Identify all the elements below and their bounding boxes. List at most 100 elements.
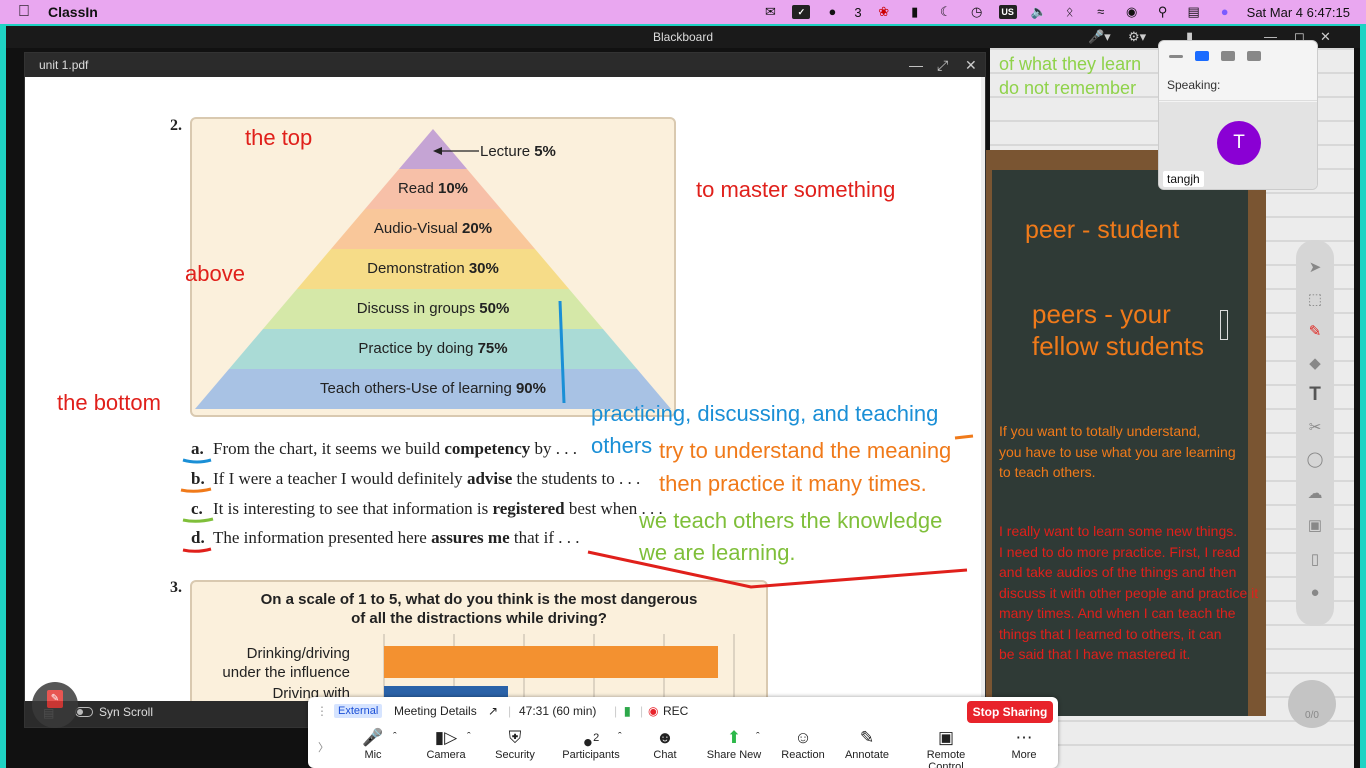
stop-sharing-button[interactable]: Stop Sharing	[967, 701, 1053, 723]
apple-icon[interactable]: 	[18, 3, 30, 21]
clock-icon[interactable]: ◷	[968, 5, 986, 19]
scissors-icon[interactable]: ✂	[1296, 418, 1334, 436]
mic-button[interactable]: 🎤 Mic	[358, 727, 388, 761]
annotation-we-teach-line-2: we are learning.	[639, 540, 796, 565]
menubar-clock[interactable]: Sat Mar 4 6:47:15	[1247, 5, 1350, 20]
learning-pyramid-figure: Lecture 5% Read 10% Audio-Visual 20% Dem…	[190, 117, 676, 417]
layer-text: Teach others-Use of learning	[320, 380, 516, 397]
siri-icon[interactable]: ●	[1216, 5, 1234, 19]
participants-button[interactable]: ●2 Participants	[560, 727, 622, 761]
annotation-others: others	[591, 433, 653, 458]
menubar:  ClassIn ✉ ✓ ● 3 ❀ ▮ ☾ ◷ US 🔈 ᛟ ≈ ◉ ⚲ ▤…	[0, 0, 1366, 24]
security-button[interactable]: ⛨ Security	[492, 727, 538, 761]
chat-button[interactable]: ☻ Chat	[649, 727, 681, 761]
reaction-button[interactable]: ☺ Reaction	[780, 727, 826, 761]
pen-icon[interactable]: ✎	[1296, 322, 1334, 340]
student-seat-button[interactable]: 0/0	[1288, 680, 1336, 728]
underline-a	[182, 458, 212, 464]
area-select-icon[interactable]: ⬚	[1296, 290, 1334, 308]
pyramid-label-discuss: Discuss in groups 50%	[303, 300, 563, 317]
camera-button[interactable]: ▮▷ Camera	[424, 727, 468, 761]
annotate-button[interactable]: ✎ Annotate	[844, 727, 890, 761]
pdf-file-button[interactable]: ✎	[32, 682, 78, 728]
members-icon[interactable]: ●	[1296, 584, 1334, 601]
pdf-close-icon[interactable]: ✕	[965, 53, 977, 77]
remote-control-icon: ▣	[937, 728, 955, 747]
question-letter: b.	[191, 469, 205, 488]
timer-icon[interactable]: ◯	[1296, 450, 1334, 468]
cloud-icon[interactable]: ☁	[1296, 484, 1334, 502]
remote-control-button[interactable]: ▣ Remote Control	[908, 727, 984, 768]
search-icon[interactable]: ⚲	[1154, 5, 1172, 19]
mic-icon[interactable]: 🎤▾	[1088, 26, 1111, 48]
pyramid-label-audio-visual: Audio-Visual 20%	[333, 220, 533, 237]
app-name[interactable]: ClassIn	[48, 4, 98, 20]
pdf-expand-icon[interactable]: ⤢	[937, 53, 948, 77]
pdf-window: unit 1.pdf — ⤢ ✕ 2. Lecture 5% Read 10% …	[24, 52, 986, 728]
speaker-icon[interactable]: ⚙▾	[1128, 26, 1146, 48]
collapse-arrow-icon[interactable]: 〉	[318, 739, 329, 755]
syn-scroll-toggle[interactable]: Syn Scroll	[75, 705, 153, 719]
more-label: More	[1011, 749, 1037, 761]
bluetooth-icon[interactable]: ᛟ	[1061, 5, 1079, 19]
pdf-filename: unit 1.pdf	[39, 58, 89, 72]
text-tool-icon[interactable]: T	[1296, 384, 1334, 406]
camera-label: Camera	[426, 749, 466, 761]
battery-icon[interactable]: ▮	[906, 5, 924, 19]
pdf-page[interactable]: 2. Lecture 5% Read 10% Audio-Visual 20% …	[25, 77, 985, 703]
gallery-view-icon[interactable]	[1247, 51, 1261, 61]
chat-bubble-icon[interactable]: ▯	[1296, 550, 1334, 568]
participants-count: 2	[593, 732, 600, 744]
volume-icon[interactable]: 🔈	[1030, 5, 1048, 19]
underline-c	[182, 517, 214, 523]
wechat-count: 3	[854, 4, 862, 20]
list-view-icon[interactable]	[1221, 51, 1235, 61]
share-new-button[interactable]: ⬆ Share New	[706, 727, 762, 761]
layer-pct: 90%	[515, 380, 546, 397]
question-text: The information presented here	[213, 528, 432, 547]
chart-title-line-2: of all the distractions while driving?	[351, 610, 607, 627]
wifi-icon[interactable]: ≈	[1092, 5, 1110, 19]
question-keyword: advise	[466, 469, 513, 488]
participants-options-chevron-icon[interactable]: ˆ	[618, 731, 622, 743]
more-button[interactable]: ⋯ More	[1008, 727, 1040, 761]
question-letter: a.	[191, 439, 204, 458]
signal-icon[interactable]: ▮	[624, 704, 631, 718]
control-center-icon[interactable]: ▤	[1185, 5, 1203, 19]
moon-icon[interactable]: ☾	[937, 5, 955, 19]
speaker-view-icon[interactable]	[1195, 51, 1209, 61]
divider: |	[508, 704, 512, 718]
whiteboard-toolbar: ➤ ⬚ ✎ ◆ T ✂ ◯ ☁ ▣ ▯ ●	[1296, 240, 1334, 626]
pyramid-label-practice: Practice by doing 75%	[303, 340, 563, 357]
select-tool-icon[interactable]: ➤	[1296, 258, 1334, 276]
board-top-line-2: do not remember	[999, 78, 1137, 98]
eraser-icon[interactable]: ◆	[1296, 354, 1334, 372]
user-icon[interactable]: ◉	[1123, 5, 1141, 19]
input-source-icon[interactable]: US	[998, 5, 1017, 19]
camera-options-chevron-icon[interactable]: ˆ	[467, 731, 471, 743]
syn-scroll-label: Syn Scroll	[99, 705, 154, 719]
toolbox-icon[interactable]: ▣	[1296, 516, 1334, 534]
classin-icon[interactable]: ✓	[792, 5, 811, 19]
board-line: If you want to totally understand,	[999, 423, 1201, 439]
annotation-the-top: the top	[245, 125, 313, 150]
layer-text: Demonstration	[367, 260, 469, 277]
close-icon[interactable]: ✕	[1320, 26, 1331, 48]
wechat-icon[interactable]: ●	[823, 5, 841, 19]
rec-label[interactable]: REC	[663, 704, 688, 718]
pdf-scrollbar[interactable]	[981, 77, 985, 703]
drag-handle-icon[interactable]: ⋮	[316, 704, 328, 718]
pdf-minimize-icon[interactable]: —	[909, 53, 923, 77]
annotation-we-teach-line-1: we teach others the knowledge	[639, 508, 943, 533]
minimize-view-icon[interactable]	[1169, 54, 1183, 58]
mail-icon[interactable]: ✉	[761, 5, 779, 19]
layer-pct: 10%	[438, 180, 469, 197]
layer-text: Practice by doing	[358, 340, 478, 357]
mic-options-chevron-icon[interactable]: ˆ	[393, 731, 397, 743]
camera-icon: ▮▷	[434, 728, 458, 747]
share-options-chevron-icon[interactable]: ˆ	[756, 731, 760, 743]
app-badge-icon[interactable]: ❀	[875, 5, 893, 19]
share-link-icon[interactable]: ↗	[488, 704, 498, 718]
layer-pct: 75%	[477, 340, 508, 357]
meeting-details-button[interactable]: Meeting Details	[394, 704, 477, 718]
